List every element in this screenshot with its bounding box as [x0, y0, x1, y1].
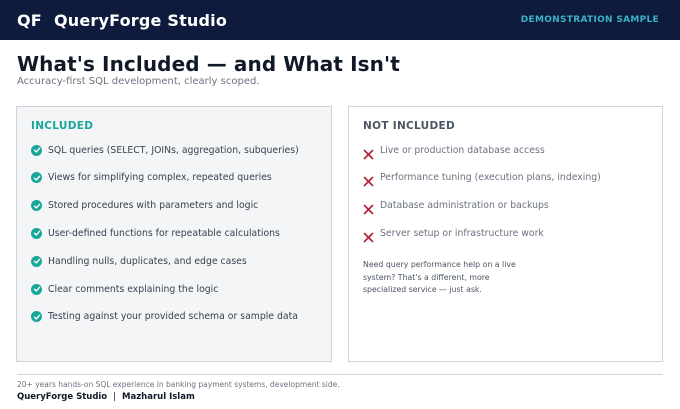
demonstration-badge: DEMONSTRATION SAMPLE — [520, 15, 659, 25]
included-item-label: Stored procedures with parameters and lo… — [48, 200, 259, 212]
footer-author: Mazharul Islam — [122, 392, 195, 402]
not-included-item-label: Live or production database access — [380, 144, 545, 156]
footer-credit: QueryForge Studio | Mazharul Islam — [17, 392, 195, 402]
brand: QF QueryForge Studio — [17, 11, 227, 30]
included-item-label: SQL queries (SELECT, JOINs, aggregation,… — [48, 144, 299, 156]
not-included-item: Performance tuning (execution plans, ind… — [363, 171, 601, 187]
not-included-item-label: Performance tuning (execution plans, ind… — [380, 172, 601, 184]
check-circle-icon — [31, 255, 42, 267]
included-item: Clear comments explaining the logic — [31, 282, 218, 296]
not-included-item-label: Database administration or backups — [380, 200, 549, 212]
not-included-heading: NOT INCLUDED — [363, 120, 455, 132]
logo-mark: QF — [17, 10, 42, 30]
included-item-label: Handling nulls, duplicates, and edge cas… — [48, 255, 247, 267]
included-item: User-defined functions for repeatable ca… — [31, 226, 280, 240]
check-circle-icon — [31, 200, 42, 212]
footer-brand-name: QueryForge Studio — [17, 392, 108, 402]
page-title: What's Included — and What Isn't — [17, 52, 400, 76]
included-item: SQL queries (SELECT, JOINs, aggregation,… — [31, 143, 299, 157]
included-item-label: Clear comments explaining the logic — [48, 283, 219, 295]
not-included-item-label: Server setup or infrastructure work — [380, 227, 544, 239]
included-item-label: Views for simplifying complex, repeated … — [48, 172, 272, 184]
not-included-panel: NOT INCLUDED Live or production database… — [348, 106, 663, 362]
check-circle-icon — [31, 172, 42, 184]
x-mark-icon — [363, 228, 374, 243]
included-item: Views for simplifying complex, repeated … — [31, 171, 272, 185]
included-item: Stored procedures with parameters and lo… — [31, 199, 258, 213]
x-mark-icon — [363, 145, 374, 159]
not-included-item: Database administration or backups — [363, 199, 549, 215]
included-item: Testing against your provided schema or … — [31, 310, 298, 324]
footer-separator: | — [113, 392, 117, 402]
x-mark-icon — [363, 200, 374, 215]
check-circle-icon — [31, 311, 42, 323]
app-name: QueryForge Studio — [53, 10, 228, 30]
not-included-item: Live or production database access — [363, 143, 545, 159]
experience-note: 20+ years hands-on SQL experience in ban… — [17, 380, 340, 389]
not-included-item: Server setup or infrastructure work — [363, 226, 544, 243]
included-heading: INCLUDED — [31, 120, 94, 132]
included-panel: INCLUDED SQL queries (SELECT, JOINs, agg… — [16, 106, 332, 362]
included-item-label: Testing against your provided schema or … — [48, 311, 298, 323]
included-item: Handling nulls, duplicates, and edge cas… — [31, 254, 247, 268]
x-mark-icon — [363, 172, 374, 187]
specialized-service-note: Need query performance help on a live sy… — [363, 260, 516, 294]
check-circle-icon — [31, 227, 42, 239]
check-circle-icon — [31, 144, 42, 156]
check-circle-icon — [31, 283, 42, 295]
footer-divider — [17, 374, 663, 375]
top-bar: QF QueryForge Studio DEMONSTRATION SAMPLE — [0, 0, 680, 40]
included-item-label: User-defined functions for repeatable ca… — [48, 227, 280, 239]
page-subtitle: Accuracy-first SQL development, clearly … — [17, 76, 260, 87]
